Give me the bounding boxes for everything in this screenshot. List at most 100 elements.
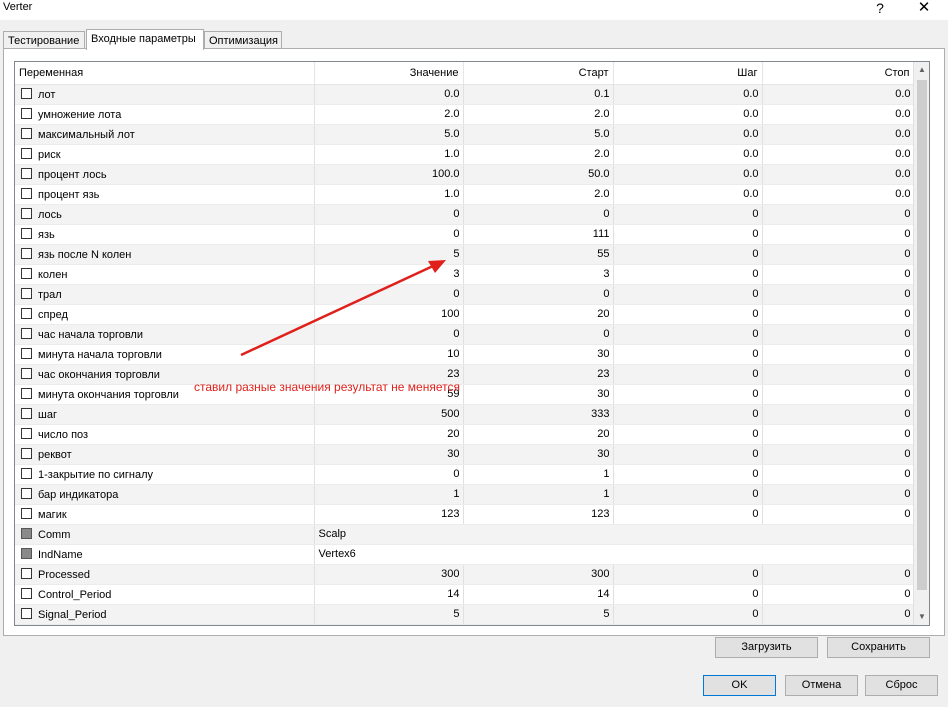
cancel-button[interactable]: Отмена	[785, 675, 858, 696]
param-name-cell[interactable]: 1-закрытие по сигналу	[15, 464, 315, 485]
optimize-checkbox[interactable]	[21, 467, 32, 479]
header-step[interactable]: Шаг	[613, 62, 763, 85]
param-start-cell[interactable]: 30	[463, 444, 614, 465]
table-row[interactable]: час начала торговли 0 0 0 0	[15, 324, 915, 345]
param-value-cell[interactable]: 0	[314, 324, 464, 345]
optimize-checkbox[interactable]	[21, 427, 32, 439]
table-row[interactable]: процент лось 100.0 50.0 0.0 0.0	[15, 164, 915, 185]
table-row[interactable]: 1-закрытие по сигналу 0 1 0 0	[15, 464, 915, 485]
param-step-cell[interactable]: 0	[613, 404, 763, 425]
param-stop-cell[interactable]: 0.0	[762, 104, 915, 125]
param-name-cell[interactable]: магик	[15, 504, 315, 525]
param-value-cell[interactable]: 1.0	[314, 144, 464, 165]
param-value-cell[interactable]: 14	[314, 584, 464, 605]
param-step-cell[interactable]: 0.0	[613, 124, 763, 145]
param-stop-cell[interactable]: 0.0	[762, 124, 915, 145]
table-row[interactable]: бар индикатора 1 1 0 0	[15, 484, 915, 505]
param-start-cell[interactable]: 0	[463, 324, 614, 345]
optimize-checkbox[interactable]	[21, 407, 32, 419]
save-button[interactable]: Сохранить	[827, 637, 930, 658]
param-start-cell[interactable]: 3	[463, 264, 614, 285]
param-start-cell[interactable]: 111	[463, 224, 614, 245]
param-start-cell[interactable]: 20	[463, 304, 614, 325]
param-value-cell[interactable]: 0	[314, 224, 464, 245]
optimize-checkbox[interactable]	[21, 387, 32, 399]
optimize-checkbox[interactable]	[21, 367, 32, 379]
param-name-cell[interactable]: риск	[15, 144, 315, 165]
param-stop-cell[interactable]: 0.0	[762, 84, 915, 105]
help-button[interactable]: ?	[868, 0, 892, 18]
param-name-cell[interactable]: минута начала торговли	[15, 344, 315, 365]
param-start-cell[interactable]: 55	[463, 244, 614, 265]
param-stop-cell[interactable]: 0	[762, 244, 915, 265]
param-value-cell[interactable]: Scalp	[314, 524, 915, 545]
optimize-checkbox[interactable]	[21, 167, 32, 179]
param-value-cell[interactable]: 100	[314, 304, 464, 325]
param-step-cell[interactable]: 0	[613, 584, 763, 605]
param-value-cell[interactable]: 1.0	[314, 184, 464, 205]
table-row[interactable]: умножение лота 2.0 2.0 0.0 0.0	[15, 104, 915, 125]
param-stop-cell[interactable]: 0	[762, 604, 915, 625]
param-name-cell[interactable]: Control_Period	[15, 584, 315, 605]
param-start-cell[interactable]: 5	[463, 604, 614, 625]
param-name-cell[interactable]: IndName	[15, 544, 315, 565]
param-name-cell[interactable]: Processed	[15, 564, 315, 585]
param-start-cell[interactable]: 0	[463, 204, 614, 225]
table-row[interactable]: час окончания торговли 23 23 0 0	[15, 364, 915, 385]
reset-button[interactable]: Сброс	[865, 675, 938, 696]
param-step-cell[interactable]: 0	[613, 344, 763, 365]
optimize-checkbox[interactable]	[21, 267, 32, 279]
param-name-cell[interactable]: язь	[15, 224, 315, 245]
param-step-cell[interactable]: 0	[613, 424, 763, 445]
table-row[interactable]: колен 3 3 0 0	[15, 264, 915, 285]
param-step-cell[interactable]: 0.0	[613, 184, 763, 205]
table-row[interactable]: процент язь 1.0 2.0 0.0 0.0	[15, 184, 915, 205]
param-stop-cell[interactable]: 0	[762, 404, 915, 425]
param-value-cell[interactable]: 123	[314, 504, 464, 525]
param-stop-cell[interactable]: 0.0	[762, 144, 915, 165]
optimize-checkbox[interactable]	[21, 607, 32, 619]
table-row[interactable]: Control_Period 14 14 0 0	[15, 584, 915, 605]
table-row[interactable]: IndName Vertex6	[15, 544, 915, 565]
param-start-cell[interactable]: 2.0	[463, 184, 614, 205]
table-row[interactable]: язь после N колен 5 55 0 0	[15, 244, 915, 265]
table-row[interactable]: минута начала торговли 10 30 0 0	[15, 344, 915, 365]
param-value-cell[interactable]: 5.0	[314, 124, 464, 145]
param-name-cell[interactable]: лот	[15, 84, 315, 105]
param-name-cell[interactable]: максимальный лот	[15, 124, 315, 145]
param-value-cell[interactable]: 300	[314, 564, 464, 585]
optimize-checkbox[interactable]	[21, 447, 32, 459]
param-name-cell[interactable]: реквот	[15, 444, 315, 465]
table-row[interactable]: магик 123 123 0 0	[15, 504, 915, 525]
param-step-cell[interactable]: 0	[613, 284, 763, 305]
param-value-cell[interactable]: 20	[314, 424, 464, 445]
param-step-cell[interactable]: 0	[613, 244, 763, 265]
optimize-checkbox[interactable]	[21, 147, 32, 159]
table-row[interactable]: реквот 30 30 0 0	[15, 444, 915, 465]
param-step-cell[interactable]: 0	[613, 504, 763, 525]
param-start-cell[interactable]: 50.0	[463, 164, 614, 185]
optimize-checkbox[interactable]	[21, 587, 32, 599]
param-step-cell[interactable]: 0	[613, 204, 763, 225]
optimize-checkbox[interactable]	[21, 107, 32, 119]
param-value-cell[interactable]: 500	[314, 404, 464, 425]
param-stop-cell[interactable]: 0	[762, 564, 915, 585]
param-step-cell[interactable]: 0	[613, 604, 763, 625]
param-name-cell[interactable]: умножение лота	[15, 104, 315, 125]
table-row[interactable]: трал 0 0 0 0	[15, 284, 915, 305]
param-value-cell[interactable]: 0	[314, 204, 464, 225]
table-row[interactable]: лот 0.0 0.1 0.0 0.0	[15, 84, 915, 105]
param-stop-cell[interactable]: 0	[762, 464, 915, 485]
param-step-cell[interactable]: 0.0	[613, 144, 763, 165]
table-row[interactable]: Comm Scalp	[15, 524, 915, 545]
param-name-cell[interactable]: число поз	[15, 424, 315, 445]
param-stop-cell[interactable]: 0	[762, 344, 915, 365]
param-value-cell[interactable]: 0	[314, 464, 464, 485]
param-start-cell[interactable]: 23	[463, 364, 614, 385]
param-step-cell[interactable]: 0	[613, 324, 763, 345]
param-name-cell[interactable]: спред	[15, 304, 315, 325]
table-row[interactable]: риск 1.0 2.0 0.0 0.0	[15, 144, 915, 165]
optimize-checkbox[interactable]	[21, 207, 32, 219]
param-step-cell[interactable]: 0	[613, 304, 763, 325]
header-start[interactable]: Старт	[463, 62, 614, 85]
